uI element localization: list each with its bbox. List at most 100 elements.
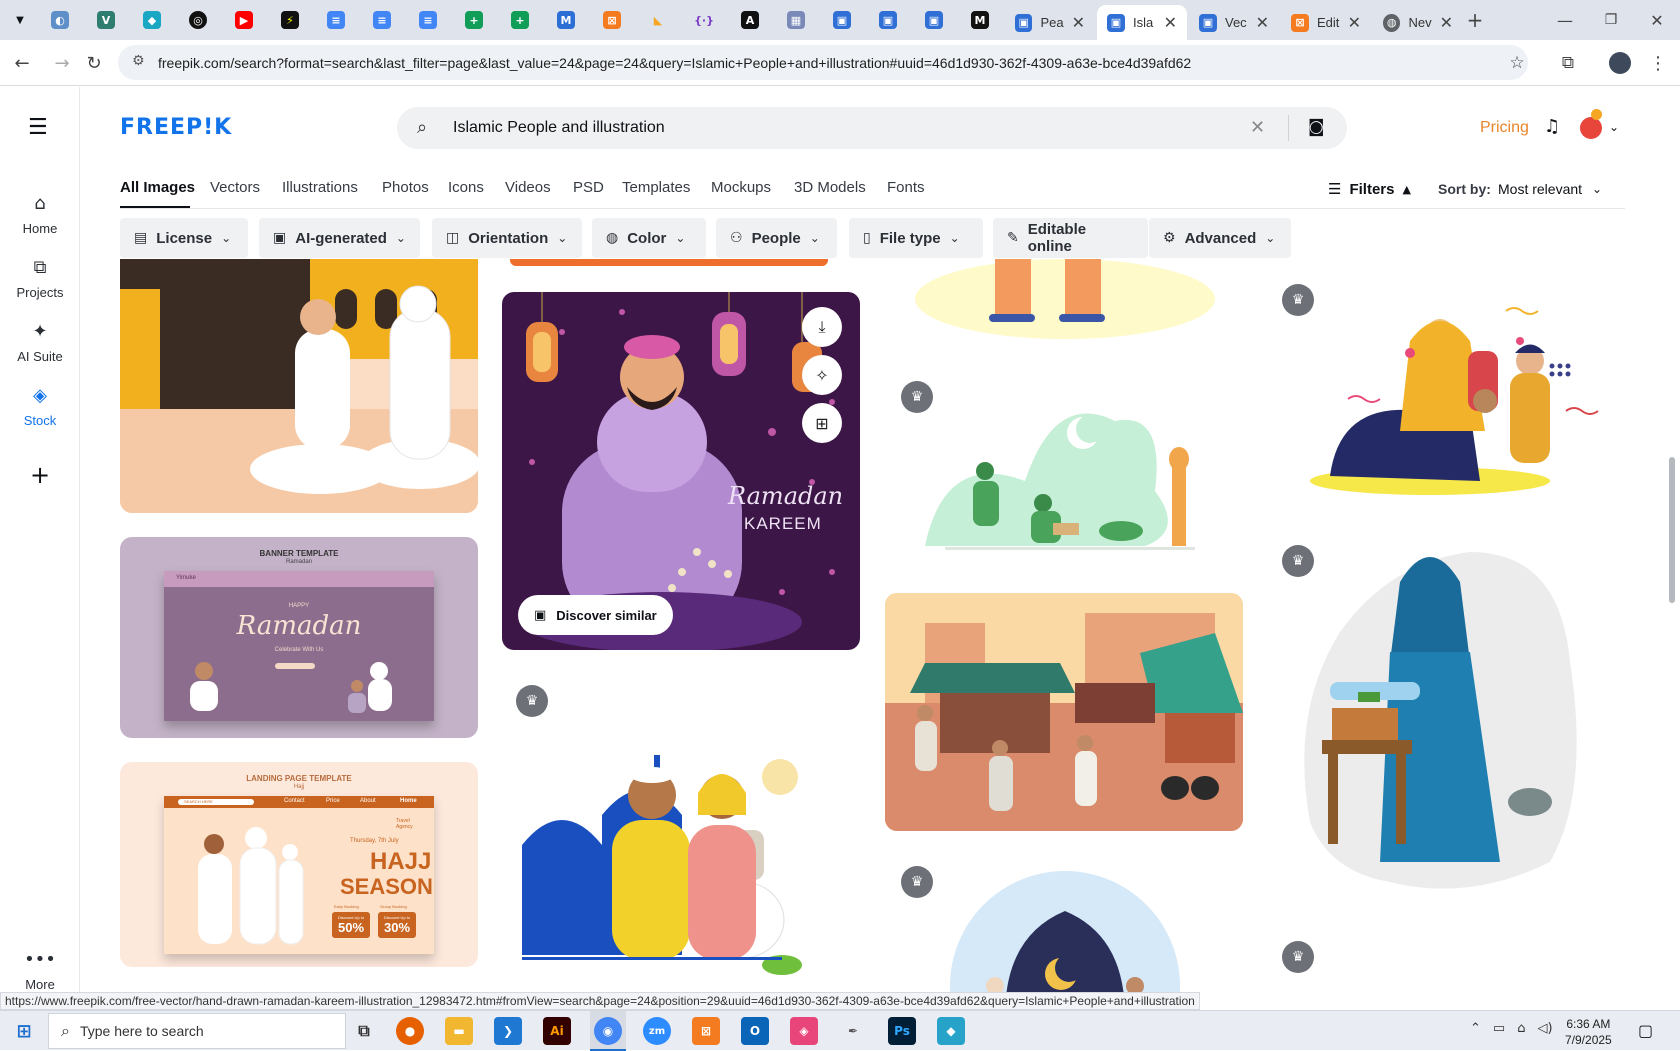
- tab-pea[interactable]: ▣ Pea ✕: [1005, 5, 1095, 40]
- tab-illustrations[interactable]: Illustrations: [282, 179, 358, 196]
- browser-menu-icon[interactable]: ⋮: [1643, 48, 1673, 78]
- clear-search-icon[interactable]: ✕: [1250, 117, 1265, 138]
- page-scrollbar[interactable]: [1668, 95, 1676, 1000]
- chevron-up-icon[interactable]: ⌃: [1470, 1021, 1481, 1036]
- tab-vectors[interactable]: Vectors: [210, 179, 260, 196]
- image-card-hajj-landing[interactable]: LANDING PAGE TEMPLATE Hajj SEARCH HERE C…: [120, 762, 478, 967]
- sidebar-item-ai-suite[interactable]: ✦ AI Suite: [0, 321, 80, 364]
- sort-select[interactable]: Most relevant ⌄: [1498, 181, 1602, 197]
- tab-mockups[interactable]: Mockups: [711, 179, 771, 196]
- taskbar-search-box[interactable]: ⌕ Type here to search: [48, 1013, 346, 1049]
- image-card-partial-legs[interactable]: [885, 259, 1243, 346]
- freepik-logo[interactable]: FREEP!K: [120, 115, 232, 140]
- address-bar[interactable]: ⚙ freepik.com/search?format=search&last_…: [118, 45, 1528, 80]
- tab-3d-models[interactable]: 3D Models: [794, 179, 866, 196]
- reload-button[interactable]: ↻: [79, 48, 109, 78]
- notification-bell-icon[interactable]: ♫: [1544, 116, 1560, 137]
- tab-favicon-docs[interactable]: ≡: [324, 0, 348, 40]
- image-card-mosque-night[interactable]: ♛: [885, 856, 1243, 1009]
- tab-edit[interactable]: ⊠ Edit ✕: [1281, 5, 1371, 40]
- tab-favicon-17[interactable]: ▦: [784, 0, 808, 40]
- illustrator-icon[interactable]: Ai: [543, 1017, 571, 1045]
- sidebar-item-more[interactable]: ••• More: [0, 949, 80, 992]
- tab-favicon-docs[interactable]: ≡: [416, 0, 440, 40]
- filter-ai-generated[interactable]: ▣ AI-generated ⌄: [259, 218, 420, 258]
- tab-favicon-slides[interactable]: ▣: [876, 0, 900, 40]
- tab-new[interactable]: ◍ Nev ✕: [1373, 5, 1463, 40]
- save-to-collection-button[interactable]: ⊞: [802, 403, 842, 443]
- close-icon[interactable]: ✕: [1072, 13, 1085, 32]
- tab-favicon-xampp[interactable]: ⊠: [600, 0, 624, 40]
- restore-button[interactable]: ❐: [1596, 5, 1626, 35]
- tab-favicon-slides[interactable]: ▣: [830, 0, 854, 40]
- close-icon[interactable]: ✕: [1440, 13, 1453, 32]
- tab-videos[interactable]: Videos: [505, 179, 551, 196]
- download-button[interactable]: ⤓: [802, 307, 842, 347]
- filter-editable-online[interactable]: ✎ Editable online: [993, 218, 1148, 258]
- hamburger-menu-icon[interactable]: ☰: [28, 115, 48, 140]
- filter-advanced[interactable]: ⚙ Advanced ⌄: [1149, 218, 1291, 258]
- outlook-icon[interactable]: O: [741, 1017, 769, 1045]
- tab-favicon-docs[interactable]: ≡: [370, 0, 394, 40]
- firefox-icon[interactable]: ●: [396, 1017, 424, 1045]
- tab-all-images[interactable]: All Images: [120, 179, 195, 196]
- tab-favicon-youtube[interactable]: ▶: [232, 0, 256, 40]
- volume-icon[interactable]: ◁): [1537, 1021, 1552, 1036]
- image-card-ramadan-banner[interactable]: BANNER TEMPLATE Ramadan Yimuke HAPPY Ram…: [120, 537, 478, 738]
- sidebar-item-home[interactable]: ⌂ Home: [0, 193, 80, 236]
- pricing-link[interactable]: Pricing: [1480, 119, 1529, 137]
- image-card-eid-family[interactable]: ♛: [502, 675, 860, 975]
- close-icon[interactable]: ✕: [1164, 13, 1177, 32]
- image-card-ramadan-kareem[interactable]: Ramadan KAREEM ⤓ ✧ ⊞ ▣ Discover similar: [502, 292, 860, 650]
- tab-psd[interactable]: PSD: [573, 179, 604, 196]
- tab-islamic-active[interactable]: ▣ Isla ✕: [1097, 5, 1187, 40]
- vscode-icon[interactable]: ❯: [494, 1017, 522, 1045]
- xampp-icon[interactable]: ⊠: [692, 1017, 720, 1045]
- sidebar-item-stock[interactable]: ◈ Stock: [0, 385, 80, 428]
- image-card-green-worship[interactable]: ♛: [885, 371, 1243, 569]
- tab-favicon-regex[interactable]: {·}: [692, 0, 716, 40]
- app-icon[interactable]: ◆: [937, 1017, 965, 1045]
- ai-edit-button[interactable]: ✧: [802, 355, 842, 395]
- tab-favicon-12[interactable]: M: [554, 0, 578, 40]
- forward-button[interactable]: →: [47, 48, 77, 78]
- creative-cloud-icon[interactable]: ◈: [790, 1017, 818, 1045]
- close-window-button[interactable]: ✕: [1642, 5, 1672, 35]
- tab-favicon-1[interactable]: ◐: [48, 0, 72, 40]
- tab-favicon-sheets[interactable]: +: [462, 0, 486, 40]
- windows-start-icon[interactable]: ⊞: [10, 1017, 38, 1045]
- chevron-down-icon[interactable]: ⌄: [1609, 120, 1619, 134]
- image-card-partial-orange[interactable]: [510, 259, 828, 266]
- add-icon[interactable]: +: [20, 455, 60, 495]
- profile-avatar[interactable]: [1605, 48, 1635, 78]
- image-card-woman-charity[interactable]: ♛: [1270, 542, 1628, 922]
- photoshop-icon[interactable]: Ps: [888, 1017, 916, 1045]
- zoom-icon[interactable]: zm: [643, 1017, 671, 1045]
- filter-license[interactable]: ▤ License ⌄: [120, 218, 248, 258]
- camera-search-icon[interactable]: ◙: [1308, 117, 1325, 137]
- image-card-market[interactable]: [885, 593, 1243, 831]
- filter-orientation[interactable]: ◫ Orientation ⌄: [432, 218, 582, 258]
- tab-templates[interactable]: Templates: [622, 179, 690, 196]
- user-avatar[interactable]: [1580, 117, 1602, 139]
- network-icon[interactable]: ⌂: [1517, 1021, 1525, 1036]
- discover-similar-button[interactable]: ▣ Discover similar: [518, 595, 673, 635]
- tab-favicon-slides[interactable]: ▣: [922, 0, 946, 40]
- tab-favicon-6[interactable]: ⚡: [278, 0, 302, 40]
- back-button[interactable]: ←: [7, 48, 37, 78]
- site-info-icon[interactable]: ⚙: [132, 53, 145, 69]
- tab-favicon-sheets[interactable]: +: [508, 0, 532, 40]
- tab-fonts[interactable]: Fonts: [887, 179, 925, 196]
- task-view-icon[interactable]: ⧉: [350, 1017, 378, 1045]
- minimize-button[interactable]: —: [1550, 5, 1580, 35]
- filters-toggle-button[interactable]: ☰ Filters ▲: [1328, 180, 1411, 198]
- scrollbar-thumb[interactable]: [1669, 457, 1675, 603]
- search-input[interactable]: [453, 107, 1233, 149]
- notifications-icon[interactable]: ▢: [1638, 1021, 1653, 1040]
- tab-favicon-medium[interactable]: M: [968, 0, 992, 40]
- sidebar-item-projects[interactable]: ⧉ Projects: [0, 257, 80, 300]
- filter-file-type[interactable]: ▯ File type ⌄: [849, 218, 983, 258]
- tab-photos[interactable]: Photos: [382, 179, 429, 196]
- filter-people[interactable]: ⚇ People ⌄: [716, 218, 837, 258]
- tab-favicon-14[interactable]: ◣: [646, 0, 670, 40]
